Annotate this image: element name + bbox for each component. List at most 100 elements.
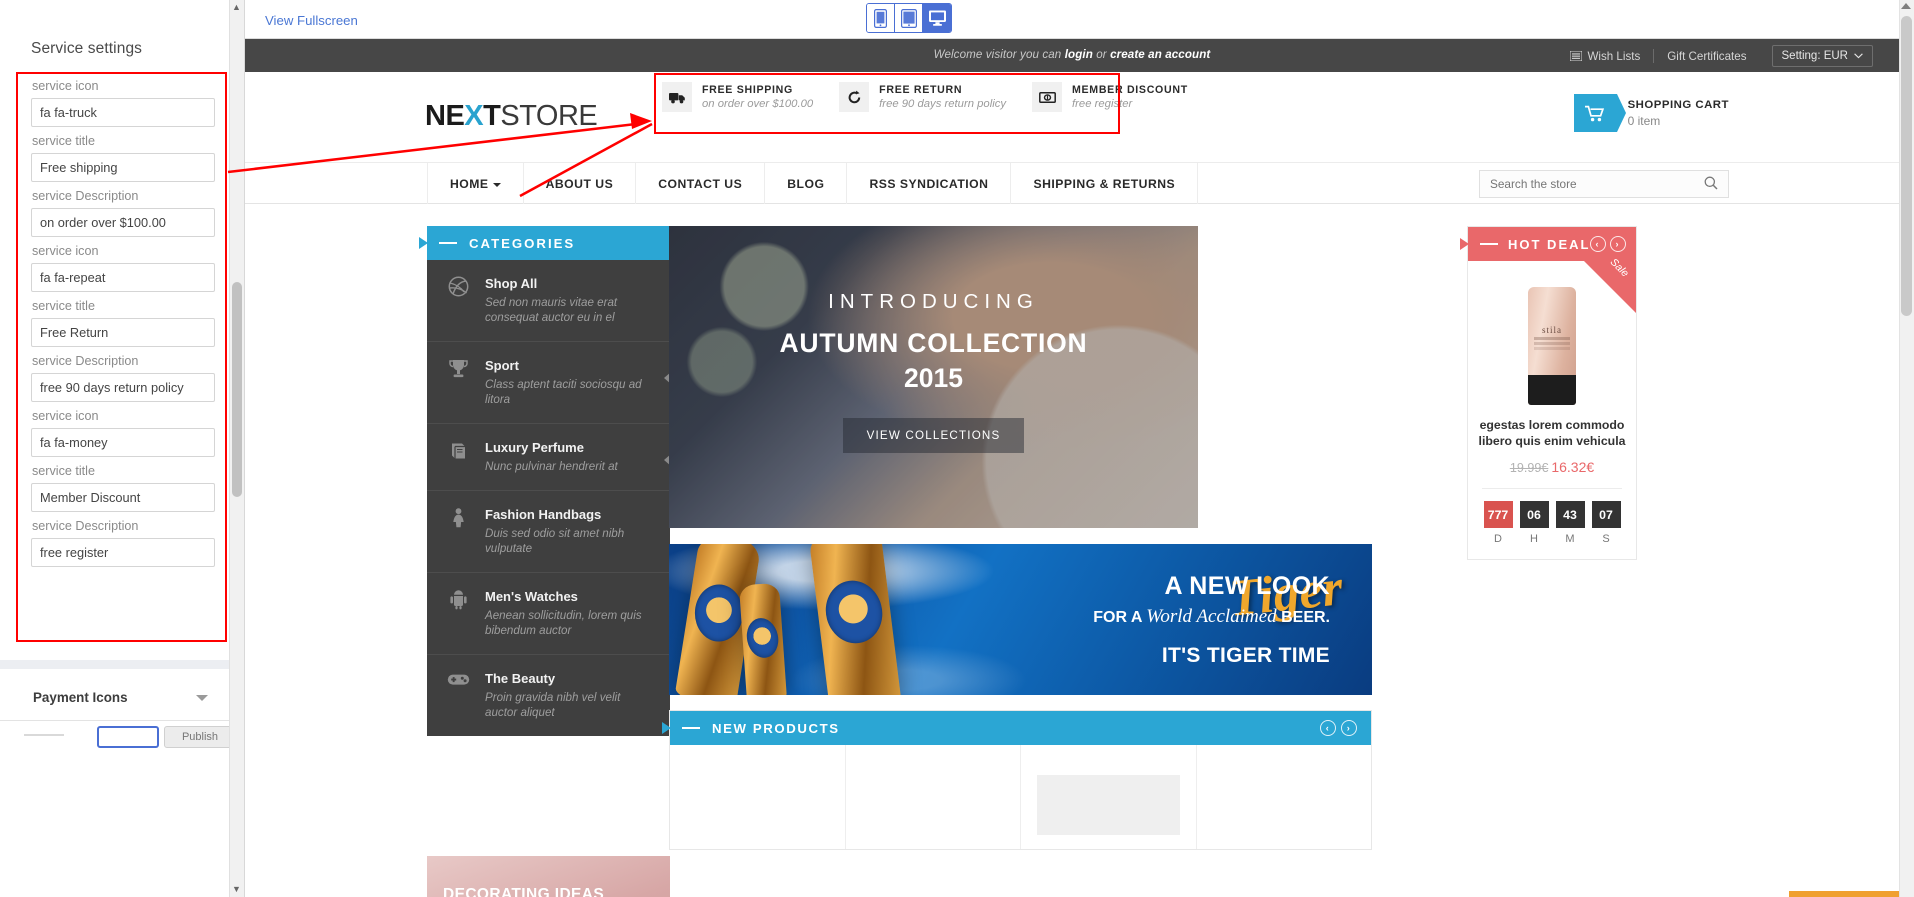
wish-lists-link[interactable]: Wish Lists: [1557, 46, 1653, 67]
product-card[interactable]: [670, 745, 846, 849]
field-input[interactable]: [31, 373, 215, 402]
categories-widget: CATEGORIES Shop All Sed non mauris vitae …: [419, 226, 671, 736]
field-label: service Description: [32, 189, 139, 203]
category-item[interactable]: Men's Watches Aenean sollicitudin, lorem …: [427, 573, 670, 655]
promo-banner[interactable]: Tiger A NEW LOOK FOR A World Acclaimed B…: [669, 544, 1372, 695]
nav-item[interactable]: RSS SYNDICATION: [847, 163, 1012, 205]
nav-item[interactable]: CONTACT US: [636, 163, 766, 205]
field-input[interactable]: [31, 153, 215, 182]
nav-item[interactable]: ABOUT US: [524, 163, 637, 205]
search-input[interactable]: [1480, 177, 1704, 191]
view-collections-button[interactable]: VIEW COLLECTIONS: [842, 418, 1025, 453]
page-title: Service settings: [31, 40, 143, 57]
editor-scrollbar[interactable]: ▲ ▼: [229, 0, 244, 897]
nav-item[interactable]: BLOG: [765, 163, 848, 205]
category-description: Proin gravida nibh vel velit auctor aliq…: [485, 691, 621, 719]
topbar-right-group: Wish Lists Gift Certificates Setting: EU…: [1557, 45, 1873, 67]
countdown-cell: 777 D: [1483, 501, 1513, 545]
cart-icon: [1573, 94, 1626, 132]
service-field-group: service Description: [31, 518, 215, 567]
nav-item[interactable]: SHIPPING & RETURNS: [1011, 163, 1199, 205]
promo-line-3: IT'S TIGER TIME: [1161, 644, 1330, 667]
category-item[interactable]: Shop All Sed non mauris vitae erat conseq…: [427, 260, 670, 342]
category-item[interactable]: Luxury Perfume Nunc pulvinar hendrerit at: [427, 424, 671, 491]
page-bottom-accent: [1789, 891, 1899, 897]
scroll-up-icon[interactable]: [1901, 3, 1911, 9]
carousel-prev-icon[interactable]: ‹: [1590, 236, 1606, 252]
gift-certificates-link[interactable]: Gift Certificates: [1654, 46, 1759, 67]
search-box[interactable]: [1479, 170, 1729, 198]
nav-item-label: HOME: [450, 177, 489, 191]
dribbble-icon: [445, 276, 471, 325]
preview-toolbar: View Fullscreen: [245, 0, 1899, 39]
device-desktop-button[interactable]: [923, 4, 951, 32]
category-text: Fashion Handbags Duis sed odio sit amet n…: [485, 507, 654, 556]
hot-deal-product-image[interactable]: stila: [1478, 273, 1626, 405]
field-input[interactable]: [31, 98, 215, 127]
category-text: Shop All Sed non mauris vitae erat conseq…: [485, 276, 654, 325]
category-description: Nunc pulvinar hendrerit at: [485, 460, 618, 473]
heading-arrow-icon: [662, 722, 671, 734]
service-field-group: service icon: [31, 408, 215, 457]
bottle-graphic: [738, 582, 788, 695]
hot-deal-heading-label: HOT DEAL: [1508, 236, 1591, 252]
preview-scrollbar-thumb[interactable]: [1901, 16, 1912, 316]
product-card[interactable]: [846, 745, 1021, 849]
service-field-group: service title: [31, 133, 215, 182]
carousel-next-icon[interactable]: ›: [1610, 236, 1626, 252]
desktop-icon: [928, 10, 946, 26]
scroll-down-icon[interactable]: ▼: [231, 884, 242, 895]
category-name: Men's Watches: [485, 589, 578, 604]
field-input[interactable]: [31, 318, 215, 347]
payment-icons-label: Payment Icons: [33, 690, 128, 705]
nav-item[interactable]: HOME: [427, 163, 524, 205]
store-logo[interactable]: NEXTSTORE: [425, 100, 598, 133]
carousel-next-icon[interactable]: ›: [1341, 720, 1357, 736]
hot-deal-heading: HOT DEAL ‹ ›: [1460, 227, 1636, 261]
product-card[interactable]: [1197, 745, 1372, 849]
hero-slider[interactable]: INTRODUCING AUTUMN COLLECTION 2015 VIEW …: [669, 226, 1198, 528]
field-input[interactable]: [31, 428, 215, 457]
heading-dash-icon: [439, 242, 457, 244]
category-item[interactable]: Fashion Handbags Duis sed odio sit amet n…: [427, 491, 670, 573]
countdown-cell: 06 H: [1519, 501, 1549, 545]
decorating-banner[interactable]: DECORATING IDEAS COMFORT DESIGN: [427, 856, 670, 897]
device-tablet-button[interactable]: [895, 4, 923, 32]
category-name: Shop All: [485, 276, 538, 291]
payment-icons-section-header[interactable]: Payment Icons: [0, 677, 230, 721]
service-field-group: service title: [31, 463, 215, 512]
create-account-link[interactable]: create an account: [1110, 48, 1210, 61]
carousel-prev-icon[interactable]: ‹: [1320, 720, 1336, 736]
category-text: Sport Class aptent taciti sociosqu ad lit…: [485, 358, 654, 407]
store-topbar: Welcome visitor you can login or create …: [245, 39, 1899, 72]
promo-line-2-prefix: FOR A: [1093, 609, 1142, 626]
product-card[interactable]: [1021, 745, 1197, 849]
category-description: Sed non mauris vitae erat consequat auct…: [485, 296, 618, 324]
hot-deal-divider: [1482, 488, 1622, 489]
field-input[interactable]: [31, 263, 215, 292]
category-item[interactable]: Sport Class aptent taciti sociosqu ad lit…: [427, 342, 671, 424]
hot-deal-body: Sale stila egestas lorem commodo libero …: [1468, 256, 1636, 559]
device-mobile-button[interactable]: [867, 4, 895, 32]
search-icon[interactable]: [1704, 176, 1728, 193]
currency-setting-dropdown[interactable]: Setting: EUR: [1771, 45, 1873, 67]
editor-scrollbar-thumb[interactable]: [232, 282, 242, 497]
field-input[interactable]: [31, 538, 215, 567]
hot-deal-countdown: 777 D 06 H 43 M 07 S: [1478, 501, 1626, 545]
login-link[interactable]: login: [1065, 48, 1093, 61]
countdown-cell: 07 S: [1591, 501, 1621, 545]
field-input[interactable]: [31, 483, 215, 512]
publish-button[interactable]: Publish: [164, 726, 236, 748]
scroll-up-icon[interactable]: ▲: [231, 2, 242, 13]
footer-primary-button[interactable]: [97, 726, 159, 748]
view-fullscreen-link[interactable]: View Fullscreen: [265, 13, 358, 28]
hot-deal-product-name[interactable]: egestas lorem commodo libero quis enim v…: [1478, 417, 1626, 449]
field-input[interactable]: [31, 208, 215, 237]
product-image-placeholder: [1037, 775, 1180, 835]
preview-scrollbar[interactable]: [1899, 0, 1914, 897]
shopping-cart-widget[interactable]: SHOPPING CART 0 item: [1573, 94, 1729, 132]
category-name: The Beauty: [485, 671, 556, 686]
field-label: service title: [32, 299, 95, 313]
category-item[interactable]: The Beauty Proin gravida nibh vel velit a…: [427, 655, 670, 736]
countdown-label: D: [1494, 533, 1502, 545]
